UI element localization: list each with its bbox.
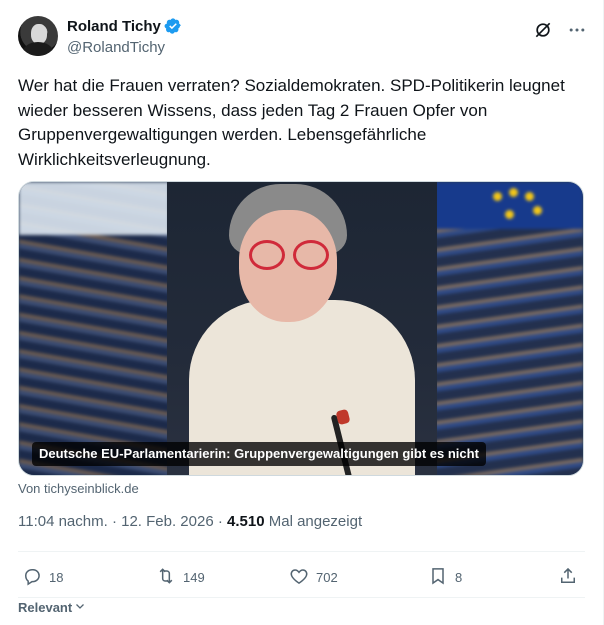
retweet-icon bbox=[156, 566, 176, 589]
flag-star bbox=[533, 206, 542, 215]
retweet-count: 149 bbox=[183, 569, 205, 585]
retweet-button[interactable]: 149 bbox=[156, 566, 205, 589]
flag-star bbox=[525, 192, 534, 201]
media-background-right bbox=[435, 182, 583, 475]
heart-icon bbox=[289, 566, 309, 589]
author-info: Roland Tichy @RolandTichy bbox=[67, 16, 182, 56]
tweet-header: Roland Tichy @RolandTichy bbox=[18, 16, 587, 60]
divider bbox=[18, 597, 585, 598]
timestamp[interactable]: 11:04 nachm. · 12. Feb. 2026 · bbox=[18, 513, 227, 530]
reply-count: 18 bbox=[49, 569, 64, 585]
avatar-face bbox=[31, 24, 47, 44]
like-button[interactable]: 702 bbox=[289, 566, 338, 589]
reply-sort-selector[interactable]: Relevant bbox=[18, 600, 86, 615]
avatar-shoulders bbox=[23, 42, 53, 56]
grok-icon[interactable] bbox=[533, 20, 553, 40]
share-icon bbox=[558, 566, 578, 589]
reply-button[interactable]: 18 bbox=[22, 566, 63, 589]
display-name[interactable]: Roland Tichy bbox=[67, 18, 161, 35]
view-count: 4.510 bbox=[227, 513, 265, 530]
media-source-link[interactable]: Von tichyseinblick.de bbox=[18, 481, 139, 496]
media-background-left bbox=[19, 182, 169, 475]
flag-star bbox=[493, 192, 502, 201]
reply-icon bbox=[22, 566, 42, 589]
views-label: Mal angezeigt bbox=[264, 513, 363, 530]
media-caption: Deutsche EU-Parlamentarierin: Gruppenver… bbox=[32, 442, 486, 466]
name-row: Roland Tichy bbox=[67, 16, 182, 36]
bookmark-button[interactable]: 8 bbox=[428, 566, 462, 589]
speaker-glasses-right bbox=[293, 240, 329, 270]
speaker-glasses-left bbox=[249, 240, 285, 270]
like-count: 702 bbox=[316, 569, 338, 585]
share-button[interactable] bbox=[558, 566, 578, 589]
flag-star bbox=[509, 188, 518, 197]
more-icon[interactable] bbox=[567, 20, 587, 40]
tweet-media[interactable]: Deutsche EU-Parlamentarierin: Gruppenver… bbox=[18, 181, 584, 476]
tweet-text: Wer hat die Frauen verraten? Sozialdemok… bbox=[18, 76, 565, 169]
tweet-actions: 18 149 702 8 bbox=[18, 563, 584, 591]
bookmark-count: 8 bbox=[455, 569, 463, 585]
header-actions bbox=[533, 16, 587, 40]
bookmark-icon bbox=[428, 566, 448, 589]
sort-label: Relevant bbox=[18, 600, 73, 615]
divider bbox=[18, 551, 585, 552]
flag-star bbox=[505, 210, 514, 219]
media-speaker bbox=[167, 182, 437, 475]
chevron-down-icon bbox=[74, 600, 86, 615]
tweet-meta: 11:04 nachm. · 12. Feb. 2026 · 4.510 Mal… bbox=[18, 513, 362, 530]
avatar[interactable] bbox=[18, 16, 58, 56]
author-handle[interactable]: @RolandTichy bbox=[67, 39, 182, 56]
verified-badge-icon bbox=[164, 17, 182, 35]
tweet: Roland Tichy @RolandTichy Wer hat die Fr… bbox=[0, 0, 604, 625]
